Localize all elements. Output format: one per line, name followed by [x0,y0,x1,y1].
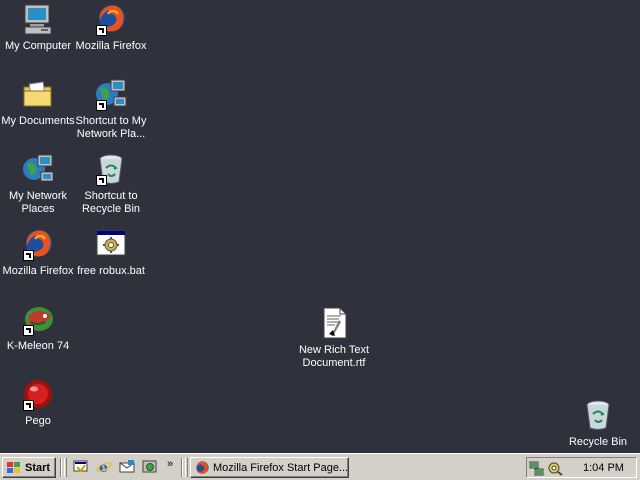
desktop-icon-label: New Rich Text Document.rtf [298,344,370,369]
internet-explorer-icon[interactable]: e [96,459,112,475]
desktop-icon-label: free robux.bat [77,265,145,277]
task-area-grip[interactable] [185,458,188,477]
shortcut-arrow-icon [96,100,107,111]
network-icon [94,77,128,111]
network-tray-icon[interactable] [529,460,545,476]
taskbar: Start e » Mozilla Firefox Start Page... … [0,453,640,480]
shortcut-arrow-icon [23,250,34,261]
my-computer-icon [21,2,55,36]
network-icon [21,152,55,186]
outlook-express-icon[interactable] [119,459,135,475]
desktop-icon-my-network-places[interactable]: My Network Places [0,152,76,216]
desktop-icon-free-robux-bat[interactable]: free robux.bat [73,227,149,278]
quick-launch-chevron[interactable]: » [167,458,173,470]
desktop-icon-label: K-Meleon 74 [6,340,70,352]
recycle-bin-icon [581,398,615,432]
batch-file-icon [94,227,128,261]
svg-text:e: e [99,460,108,475]
media-icon[interactable] [142,459,158,475]
desktop-icon-mozilla-firefox-2[interactable]: Mozilla Firefox [0,227,76,278]
taskbar-button-label: Mozilla Firefox Start Page... [213,461,349,474]
desktop-icon-k-meleon[interactable]: K-Meleon 74 [0,302,76,353]
recycle-bin-icon [94,152,128,186]
desktop: My Computer Mozilla Firefox My Documents… [0,0,640,453]
windows-logo-icon [7,461,20,473]
shortcut-arrow-icon [23,325,34,336]
firefox-icon [196,460,209,474]
desktop-icon-my-documents[interactable]: My Documents [0,77,76,128]
desktop-icon-label: Shortcut to My Network Pla... [75,115,147,140]
taskbar-button-firefox[interactable]: Mozilla Firefox Start Page... [190,457,349,478]
start-label: Start [25,461,51,474]
taskbar-separator [60,458,62,477]
desktop-icon-label: My Computer [4,40,72,52]
kmeleon-icon [21,302,55,336]
shortcut-arrow-icon [96,25,107,36]
quick-launch-grip[interactable] [64,458,67,477]
shortcut-arrow-icon [96,175,107,186]
desktop-icon-shortcut-network-places[interactable]: Shortcut to My Network Pla... [73,77,149,141]
desktop-icon-new-rich-text-document[interactable]: New Rich Text Document.rtf [296,306,372,370]
desktop-icon-label: Pego [25,415,51,427]
firefox-icon [94,2,128,36]
shortcut-arrow-icon [23,400,34,411]
desktop-icon-shortcut-recycle-bin[interactable]: Shortcut to Recycle Bin [73,152,149,216]
desktop-icon-label: Shortcut to Recycle Bin [81,190,141,215]
desktop-icon-label: Recycle Bin [568,436,628,448]
firefox-icon [21,227,55,261]
pego-icon [21,377,55,411]
desktop-icon-my-computer[interactable]: My Computer [0,2,76,53]
system-tray: 1:04 PM [526,457,637,478]
show-desktop-icon[interactable] [73,459,89,475]
volume-tray-icon[interactable] [547,460,563,476]
taskbar-separator [181,458,183,477]
desktop-icon-label: My Network Places [8,190,68,215]
desktop-icon-label: Mozilla Firefox [75,40,147,52]
desktop-icon-recycle-bin[interactable]: Recycle Bin [560,398,636,449]
rtf-document-icon [317,306,351,340]
desktop-icon-pego[interactable]: Pego [0,377,76,428]
desktop-icon-label: My Documents [1,115,75,127]
clock[interactable]: 1:04 PM [583,462,624,474]
folder-icon [21,77,55,111]
desktop-icon-mozilla-firefox[interactable]: Mozilla Firefox [73,2,149,53]
start-button[interactable]: Start [2,457,56,478]
desktop-icon-label: Mozilla Firefox [2,265,74,277]
